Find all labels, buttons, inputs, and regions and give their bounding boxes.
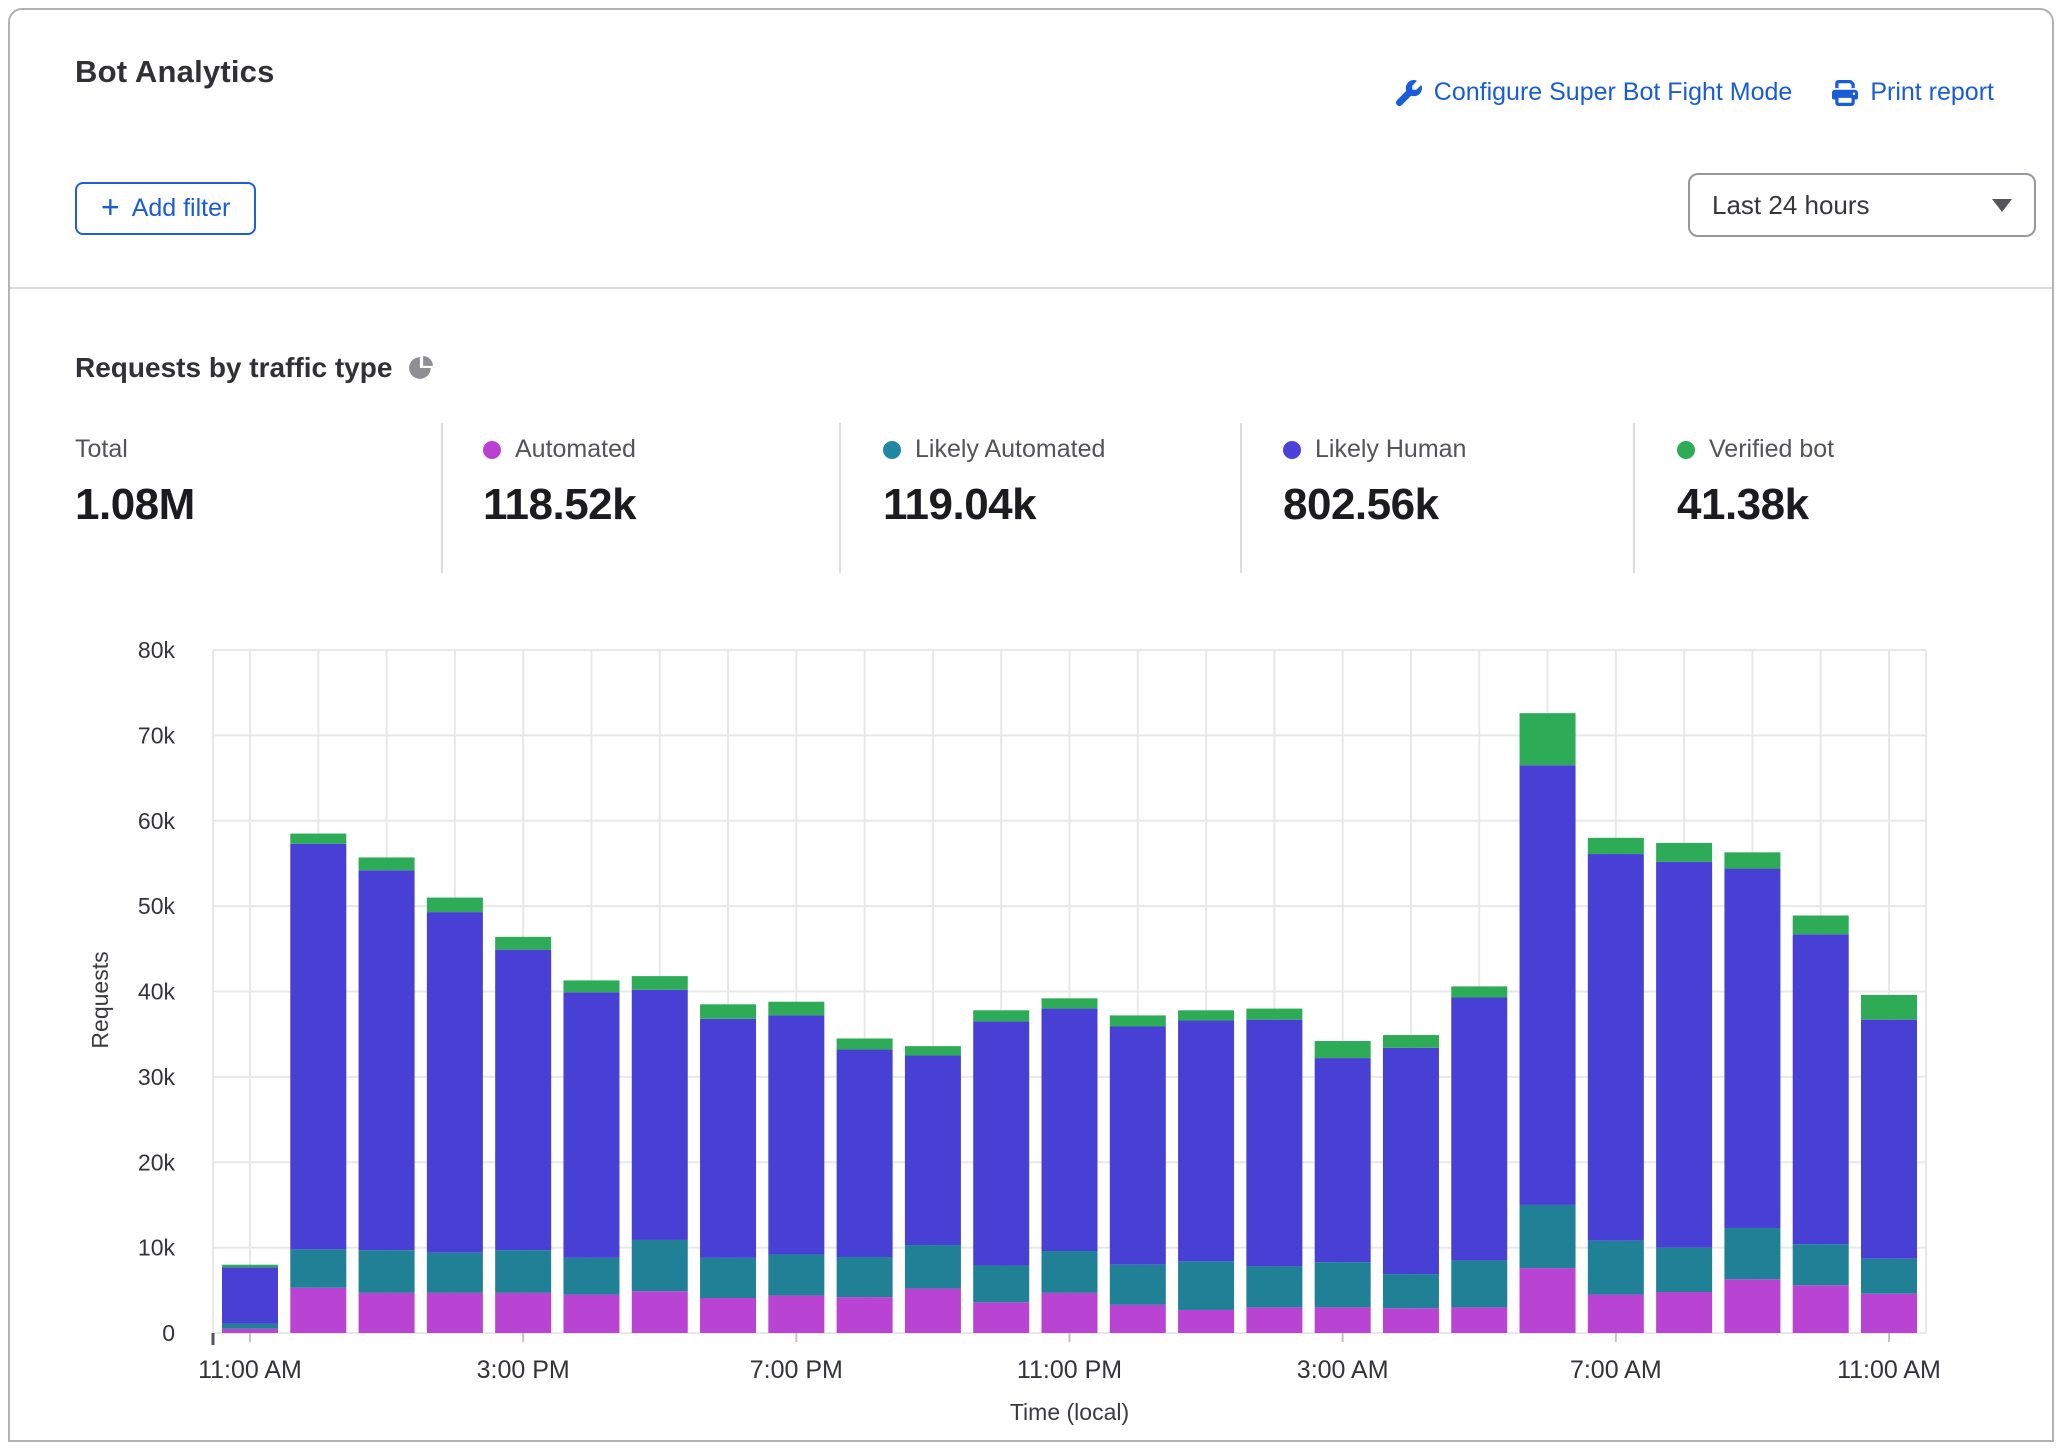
stat-likely-human: Likely Human 802.56k (1283, 435, 1466, 530)
add-filter-label: Add filter (132, 194, 231, 223)
header-links: Configure Super Bot Fight Mode Print rep… (1396, 78, 1994, 107)
time-range-value: Last 24 hours (1712, 190, 1870, 221)
chevron-down-icon (1992, 199, 2012, 212)
stat-total-value: 1.08M (75, 480, 195, 530)
stat-total-label: Total (75, 435, 128, 464)
section-title: Requests by traffic type (75, 352, 434, 384)
svg-text:50k: 50k (138, 893, 176, 919)
plus-icon: + (101, 191, 120, 223)
print-report-link[interactable]: Print report (1832, 78, 1994, 107)
wrench-icon (1396, 80, 1422, 106)
stat-divider (1633, 423, 1635, 573)
requests-chart-area: 0 10k 20k 30k 40k 50k 60k 70k 80k 11:00 AM 3:00 PM… (10, 620, 2052, 1434)
print-link-label: Print report (1870, 78, 1994, 107)
svg-text:7:00 AM: 7:00 AM (1570, 1356, 1662, 1384)
stats-row: Total 1.08M Automated 118.52k Likely Aut… (10, 425, 2052, 575)
svg-text:70k: 70k (138, 722, 176, 748)
stat-verified-bot-label: Verified bot (1709, 435, 1834, 464)
svg-text:30k: 30k (138, 1064, 176, 1090)
svg-text:11:00 PM: 11:00 PM (1017, 1356, 1122, 1384)
header-divider (10, 287, 2052, 289)
requests-chart[interactable]: 0 10k 20k 30k 40k 50k 60k 70k 80k 11:00 AM 3:00 PM… (10, 620, 2052, 1434)
stat-likely-automated-value: 119.04k (883, 480, 1105, 530)
stat-likely-automated: Likely Automated 119.04k (883, 435, 1105, 530)
add-filter-button[interactable]: + Add filter (75, 182, 256, 235)
stat-divider (441, 423, 443, 573)
stat-divider (1240, 423, 1242, 573)
stat-likely-human-label: Likely Human (1315, 435, 1466, 464)
svg-text:10k: 10k (138, 1235, 176, 1261)
page-title: Bot Analytics (75, 54, 275, 90)
stat-divider (839, 423, 841, 573)
svg-text:11:00 AM: 11:00 AM (198, 1356, 302, 1384)
pie-chart-icon (408, 355, 434, 381)
configure-link-label: Configure Super Bot Fight Mode (1434, 78, 1793, 107)
bot-analytics-card: Bot Analytics Configure Super Bot Fight … (8, 8, 2054, 1442)
stat-likely-automated-label: Likely Automated (915, 435, 1105, 464)
stat-automated-value: 118.52k (483, 480, 636, 530)
stat-verified-bot: Verified bot 41.38k (1677, 435, 1834, 530)
svg-text:Time (local): Time (local) (1010, 1399, 1129, 1425)
configure-super-bot-fight-mode-link[interactable]: Configure Super Bot Fight Mode (1396, 78, 1793, 107)
stat-automated: Automated 118.52k (483, 435, 636, 530)
automated-dot-icon (483, 441, 501, 459)
verified-bot-dot-icon (1677, 441, 1695, 459)
svg-text:0: 0 (162, 1320, 175, 1346)
svg-text:3:00 AM: 3:00 AM (1297, 1356, 1389, 1384)
time-range-select[interactable]: Last 24 hours (1688, 173, 2036, 237)
svg-text:40k: 40k (138, 979, 176, 1005)
svg-text:11:00 AM: 11:00 AM (1837, 1356, 1941, 1384)
svg-text:Requests: Requests (87, 951, 113, 1048)
svg-text:80k: 80k (138, 637, 176, 663)
section-title-label: Requests by traffic type (75, 352, 392, 384)
svg-text:60k: 60k (138, 808, 176, 834)
stat-total: Total 1.08M (75, 435, 195, 530)
stat-verified-bot-value: 41.38k (1677, 480, 1834, 530)
svg-text:20k: 20k (138, 1149, 176, 1175)
printer-icon (1832, 80, 1858, 106)
stat-likely-human-value: 802.56k (1283, 480, 1466, 530)
svg-text:3:00 PM: 3:00 PM (477, 1356, 570, 1384)
likely-human-dot-icon (1283, 441, 1301, 459)
svg-text:7:00 PM: 7:00 PM (750, 1356, 843, 1384)
likely-automated-dot-icon (883, 441, 901, 459)
stat-automated-label: Automated (515, 435, 636, 464)
